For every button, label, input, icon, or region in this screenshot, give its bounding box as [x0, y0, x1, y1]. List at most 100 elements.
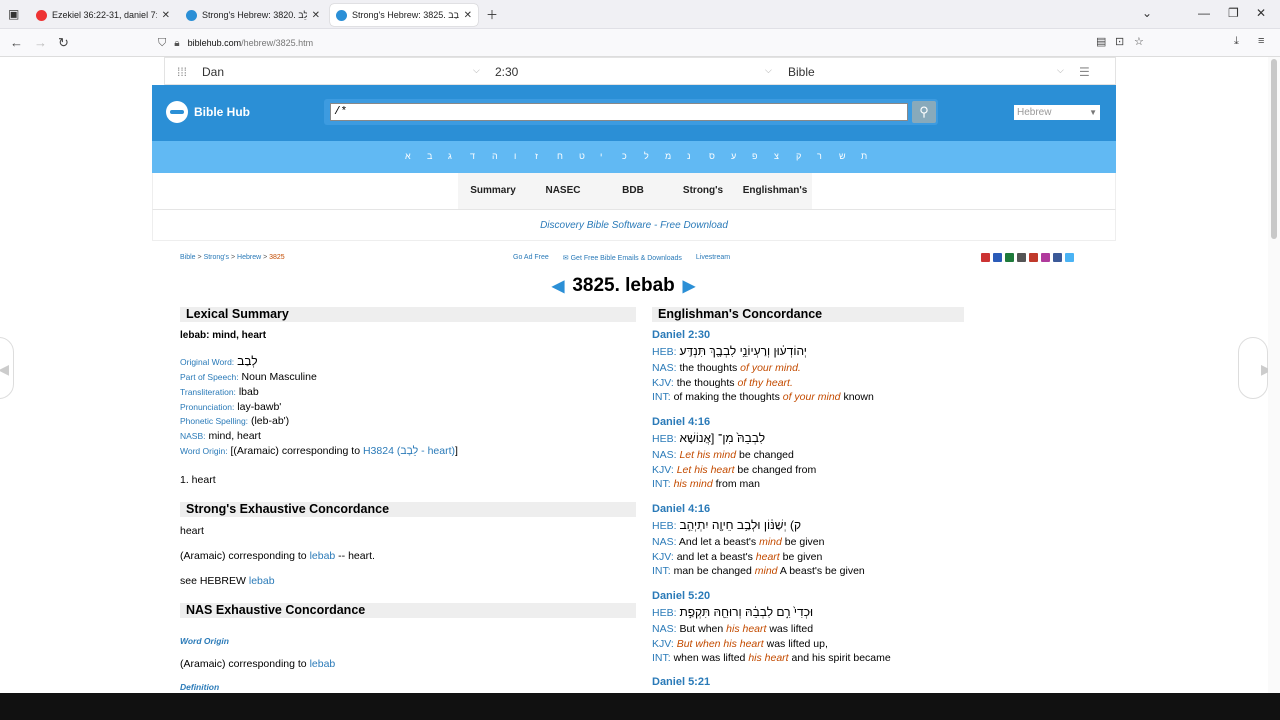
close-tab-icon[interactable]: ✕ — [162, 10, 170, 21]
alphabet-letter[interactable]: ק — [796, 151, 801, 161]
close-window-icon[interactable]: ✕ — [1256, 6, 1266, 20]
breadcrumb-current: 3825 — [269, 254, 285, 261]
pocket-share-icon[interactable] — [1029, 253, 1038, 262]
print-icon[interactable] — [1017, 253, 1026, 262]
instagram-icon[interactable] — [1041, 253, 1050, 262]
verse-reference-link[interactable]: Daniel 5:21 — [652, 676, 710, 688]
alphabet-letter[interactable]: ו — [514, 151, 516, 161]
reload-icon[interactable]: ↻ — [58, 35, 69, 51]
chevron-down-icon[interactable]: ⌵ — [473, 65, 480, 76]
previous-page-arrow-icon[interactable]: ◀ — [0, 337, 14, 399]
chevron-down-icon[interactable]: ⌄ — [1142, 6, 1152, 20]
pdf-icon[interactable] — [981, 253, 990, 262]
close-tab-icon[interactable]: ✕ — [312, 10, 320, 21]
alphabet-letter[interactable]: ה — [492, 151, 498, 161]
scrollbar-thumb[interactable] — [1271, 59, 1277, 239]
previous-arrow-icon[interactable]: ◀ — [552, 276, 564, 296]
alphabet-letter[interactable]: פ — [752, 151, 758, 161]
downloads-icon[interactable]: ⤓ — [1234, 35, 1239, 48]
alphabet-letter[interactable]: ת — [861, 151, 867, 161]
restore-icon[interactable]: ❐ — [1228, 6, 1239, 20]
version-select[interactable]: Bible — [788, 65, 815, 79]
search-input[interactable] — [330, 103, 908, 121]
minimize-icon[interactable]: — — [1198, 6, 1210, 20]
alphabet-letter[interactable]: צ — [774, 151, 779, 161]
breadcrumb-bible[interactable]: Bible — [180, 254, 196, 261]
alphabet-letter[interactable]: מ — [665, 151, 671, 161]
word-icon[interactable] — [993, 253, 1002, 262]
alphabet-letter[interactable]: א — [405, 151, 411, 161]
translation-text: But when — [679, 623, 727, 635]
alphabet-letter[interactable]: ז — [535, 151, 538, 161]
tab-strongs[interactable]: Strong's — [668, 173, 738, 209]
tab-englishmans[interactable]: Englishman's — [738, 173, 812, 209]
livestream-link[interactable]: Livestream — [696, 254, 730, 262]
h3824-link[interactable]: H3824 (לֵבָב - heart) — [363, 445, 455, 457]
favicon-icon — [336, 9, 347, 21]
book-select[interactable]: Dan — [202, 65, 224, 79]
next-page-arrow-icon[interactable]: ▶ — [1238, 337, 1272, 399]
go-ad-free-link[interactable]: Go Ad Free — [513, 254, 549, 262]
new-tab-icon[interactable]: ＋ — [486, 6, 498, 23]
facebook-icon[interactable] — [1053, 253, 1062, 262]
alphabet-letter[interactable]: ש — [839, 151, 846, 161]
language-select[interactable]: Hebrew ▼ — [1014, 105, 1100, 120]
close-tab-icon[interactable]: ✕ — [464, 10, 472, 21]
reader-view-icon[interactable]: ▤ — [1096, 35, 1106, 48]
translation-text: from man — [712, 478, 760, 491]
shield-icon[interactable]: ⛉ — [158, 37, 166, 50]
alphabet-letter[interactable]: ל — [644, 151, 649, 161]
tab-summary[interactable]: Summary — [458, 173, 528, 209]
verse-reference-link[interactable]: Daniel 4:16 — [652, 416, 710, 428]
back-icon[interactable]: ← — [10, 35, 23, 50]
address-bar[interactable]: ⛉ 🔒︎ biblehub.com/hebrew/3825.htm — [150, 32, 1150, 54]
chapter-select[interactable]: 2:30 — [495, 65, 518, 79]
lebab-link[interactable]: lebab — [249, 575, 275, 587]
search-button[interactable]: ⚲ — [912, 101, 936, 123]
alphabet-letter[interactable]: ב — [427, 151, 432, 161]
alphabet-letter[interactable]: ט — [579, 151, 585, 161]
tab-overview-icon[interactable]: ▣ — [8, 7, 19, 21]
grid-icon[interactable]: ⁞⁞⁞ — [177, 65, 187, 79]
breadcrumb-hebrew[interactable]: Hebrew — [237, 254, 261, 261]
site-logo[interactable]: Bible Hub — [166, 101, 250, 123]
passage-selector-bar: ⁞⁞⁞ Dan ⌵ 2:30 ⌵ Bible ⌵ ☰ — [164, 57, 1116, 85]
alphabet-letter[interactable]: י — [600, 151, 602, 161]
forward-icon[interactable]: → — [34, 35, 47, 50]
breadcrumb-strongs[interactable]: Strong's — [204, 254, 229, 261]
int-label: INT: — [652, 565, 671, 578]
alphabet-letter[interactable]: ח — [557, 151, 563, 161]
twitter-icon[interactable] — [1065, 253, 1074, 262]
word-origin-label: Word Origin — [180, 636, 229, 646]
browser-tab-3[interactable]: Strong's Hebrew: 3825. לְבַב (leb ✕ — [330, 4, 478, 26]
lebab-link[interactable]: lebab — [310, 658, 336, 670]
scrollbar[interactable] — [1268, 57, 1280, 693]
tab-nasec[interactable]: NASEC — [528, 173, 598, 209]
pocket-icon[interactable]: ⊡ — [1115, 35, 1124, 48]
menu-icon[interactable]: ≡ — [1258, 35, 1264, 47]
alphabet-letter[interactable]: ע — [731, 151, 736, 161]
excel-icon[interactable] — [1005, 253, 1014, 262]
taskbar — [0, 693, 1280, 720]
alphabet-letter[interactable]: כ — [622, 151, 627, 161]
verse-reference-link[interactable]: Daniel 2:30 — [652, 329, 710, 341]
alphabet-letter[interactable]: ג — [448, 151, 452, 161]
hamburger-menu-icon[interactable]: ☰ — [1079, 65, 1090, 79]
browser-tab-1[interactable]: Ezekiel 36:22-31, daniel 7:1-7 E ✕ — [30, 4, 176, 26]
promo-link[interactable]: Discovery Bible Software - Free Download — [152, 209, 1116, 241]
alphabet-letter[interactable]: ס — [709, 151, 715, 161]
verse-reference-link[interactable]: Daniel 4:16 — [652, 503, 710, 515]
verse-reference-link[interactable]: Daniel 5:20 — [652, 590, 710, 602]
free-emails-link[interactable]: ✉ Get Free Bible Emails & Downloads — [563, 254, 682, 262]
hebrew-text: יְהוֹדְע֔וּן וְרַעְיוֹנֵ֥י לִבְבָ֖ךְ תִּ… — [679, 344, 807, 358]
tab-bdb[interactable]: BDB — [598, 173, 668, 209]
lebab-link[interactable]: lebab — [310, 550, 336, 562]
alphabet-letter[interactable]: ד — [470, 151, 475, 161]
chevron-down-icon[interactable]: ⌵ — [765, 65, 772, 76]
chevron-down-icon[interactable]: ⌵ — [1057, 65, 1064, 76]
alphabet-letter[interactable]: נ — [687, 151, 691, 161]
bookmark-star-icon[interactable]: ☆ — [1134, 35, 1144, 48]
alphabet-letter[interactable]: ר — [817, 151, 822, 161]
browser-tab-2[interactable]: Strong's Hebrew: 3820. לֵב (leb) ✕ — [180, 4, 326, 26]
next-arrow-icon[interactable]: ▶ — [683, 276, 695, 296]
